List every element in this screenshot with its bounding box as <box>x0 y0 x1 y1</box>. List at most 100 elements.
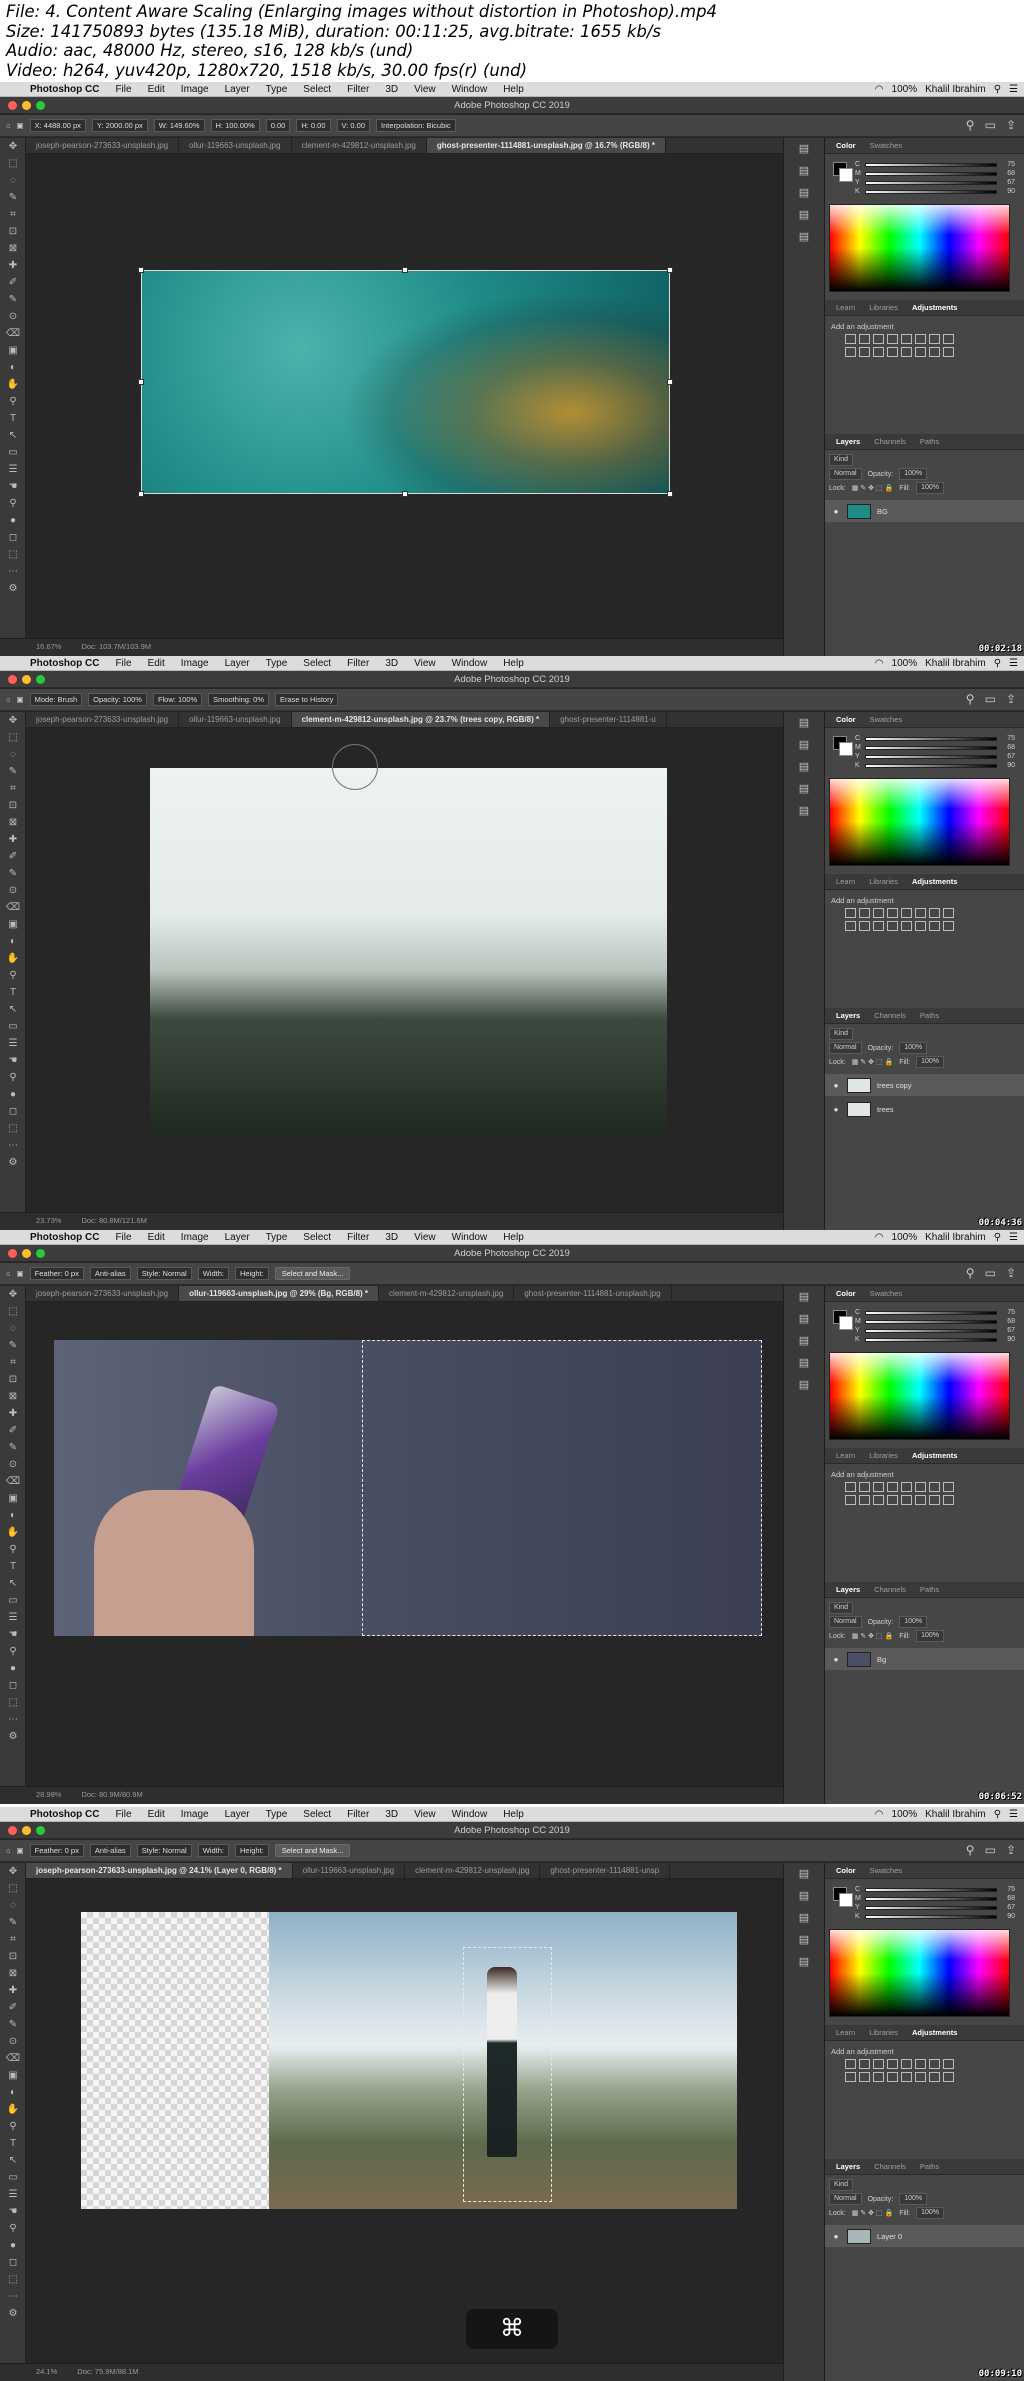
slider-value[interactable]: 75 <box>1001 1309 1015 1316</box>
opacity-field[interactable]: 100% <box>899 1042 928 1054</box>
adjustment-layer-icon[interactable] <box>915 347 926 357</box>
tool-option-field[interactable]: X: 4488.00 px <box>29 119 86 132</box>
tool-5-icon[interactable]: ⌗ <box>0 1931 26 1948</box>
lock-icons[interactable]: ▦ ✎ ✥ ⬚ 🔒 <box>852 1058 893 1066</box>
adjustment-layer-icon[interactable] <box>887 1482 898 1492</box>
zoom-window-button[interactable] <box>36 101 45 110</box>
search-icon[interactable]: ⚲ <box>994 1808 1001 1821</box>
zoom-window-button[interactable] <box>36 1249 45 1258</box>
adjustment-layer-icon[interactable] <box>887 334 898 344</box>
tool-25-icon[interactable]: ⬚ <box>0 546 26 563</box>
paragraph-icon[interactable]: ▤ <box>784 1330 824 1352</box>
tool-10-icon[interactable]: ✎ <box>0 291 26 308</box>
select-and-mask-button[interactable]: Select and Mask... <box>274 1844 351 1857</box>
adjustment-layer-icon[interactable] <box>887 2059 898 2069</box>
tool-option-field[interactable]: Erase to History <box>275 693 339 706</box>
opacity-field[interactable]: 100% <box>899 468 928 480</box>
tool-24-icon[interactable]: ◻ <box>0 2254 26 2271</box>
tool-4-icon[interactable]: ✎ <box>0 1337 26 1354</box>
tool-7-icon[interactable]: ⊠ <box>0 814 26 831</box>
tool-11-icon[interactable]: ⊙ <box>0 882 26 899</box>
tool-option-field[interactable]: Mode: Brush <box>29 693 83 706</box>
adjustment-layer-icon[interactable] <box>915 2059 926 2069</box>
tool-12-icon[interactable]: ⌫ <box>0 899 26 916</box>
app-name-menu[interactable]: Photoshop CC <box>22 657 107 670</box>
slider-k[interactable]: K 90 <box>855 1335 1015 1344</box>
adjustment-layer-icon[interactable] <box>901 1482 912 1492</box>
layers-panel-tab-layers[interactable]: Layers <box>829 1008 867 1024</box>
slider-m[interactable]: M 68 <box>855 1894 1015 1903</box>
slider-track[interactable] <box>865 1914 997 1919</box>
slider-m[interactable]: M 68 <box>855 169 1015 178</box>
tool-6-icon[interactable]: ⊡ <box>0 223 26 240</box>
menu-layer[interactable]: Layer <box>217 83 258 96</box>
menu-file[interactable]: File <box>107 657 139 670</box>
blend-mode-select[interactable]: Normal <box>829 1616 862 1628</box>
tool-14-icon[interactable]: ◐ <box>0 359 26 376</box>
visibility-eye-icon[interactable]: ● <box>831 2232 841 2241</box>
tool-11-icon[interactable]: ⊙ <box>0 2033 26 2050</box>
tool-option-field[interactable]: Anti-alias <box>89 1267 131 1280</box>
document-tab-3[interactable]: clement-m-429812-unsplash.jpg <box>292 138 427 153</box>
document-canvas[interactable] <box>26 1879 783 2363</box>
menu-select[interactable]: Select <box>295 1808 339 1821</box>
menu-file[interactable]: File <box>107 1808 139 1821</box>
tool-3-icon[interactable]: ◌ <box>0 172 26 189</box>
visibility-eye-icon[interactable]: ● <box>831 1081 841 1090</box>
color-panel-tab-swatches[interactable]: Swatches <box>863 1286 910 1302</box>
layer-name[interactable]: BG <box>877 507 888 516</box>
adjustment-layer-icon[interactable] <box>887 2072 898 2082</box>
blend-mode-select[interactable]: Normal <box>829 2193 862 2205</box>
tool-26-icon[interactable]: ⋯ <box>0 2288 26 2305</box>
tool-13-icon[interactable]: ▣ <box>0 2067 26 2084</box>
tool-17-icon[interactable]: T <box>0 1558 26 1575</box>
battery-level[interactable]: 100% <box>892 657 918 670</box>
fill-field[interactable]: 100% <box>916 1630 944 1642</box>
slider-k[interactable]: K 90 <box>855 1912 1015 1921</box>
document-tab-4[interactable]: ghost-presenter-1114881-u <box>550 712 667 727</box>
adjustment-layer-icon[interactable] <box>929 1495 940 1505</box>
slider-track[interactable] <box>865 180 997 185</box>
menu-view[interactable]: View <box>406 657 444 670</box>
slider-c[interactable]: C 75 <box>855 734 1015 743</box>
adjustment-layer-icon[interactable] <box>943 1495 954 1505</box>
tool-20-icon[interactable]: ☰ <box>0 1035 26 1052</box>
adjustment-layer-icon[interactable] <box>845 347 856 357</box>
document-tab-3[interactable]: clement-m-429812-unsplash.jpg <box>405 1863 541 1878</box>
tool-preset-icon[interactable]: ▣ <box>17 121 24 130</box>
document-tab-1[interactable]: joseph-pearson-273633-unsplash.jpg @ 24.… <box>26 1863 293 1878</box>
properties-icon[interactable]: ▤ <box>784 160 824 182</box>
adjustment-layer-icon[interactable] <box>943 2072 954 2082</box>
brush-settings-icon[interactable]: ▤ <box>784 1374 824 1396</box>
fill-field[interactable]: 100% <box>916 1056 944 1068</box>
fill-field[interactable]: 100% <box>916 482 944 494</box>
transform-handle[interactable] <box>138 267 144 273</box>
transform-handle[interactable] <box>667 379 673 385</box>
tool-23-icon[interactable]: ● <box>0 2237 26 2254</box>
background-color-swatch[interactable] <box>839 742 853 756</box>
tool-16-icon[interactable]: ⚲ <box>0 393 26 410</box>
tool-option-field[interactable]: W: 149.60% <box>153 119 205 132</box>
slider-y[interactable]: Y 67 <box>855 752 1015 761</box>
slider-track[interactable] <box>865 162 997 167</box>
document-tab-1[interactable]: joseph-pearson-273633-unsplash.jpg <box>26 712 180 727</box>
adjust-panel-tab-libraries[interactable]: Libraries <box>862 2025 905 2041</box>
document-tab-2[interactable]: ollur-119663-unsplash.jpg @ 29% (Bg, RGB… <box>179 1286 380 1301</box>
adjustment-layer-icon[interactable] <box>943 921 954 931</box>
adjust-panel-tab-learn[interactable]: Learn <box>829 300 862 316</box>
user-name[interactable]: Khalil Ibrahim <box>925 1231 986 1244</box>
tool-2-icon[interactable]: ⬚ <box>0 729 26 746</box>
adjustment-layer-icon[interactable] <box>845 334 856 344</box>
foggy-forest-image[interactable] <box>150 768 667 1137</box>
adjustment-layer-icon[interactable] <box>887 921 898 931</box>
menu-edit[interactable]: Edit <box>140 83 173 96</box>
tool-15-icon[interactable]: ✋ <box>0 376 26 393</box>
layers-panel-tab-channels[interactable]: Channels <box>867 1008 913 1024</box>
menu-help[interactable]: Help <box>495 83 532 96</box>
slider-m[interactable]: M 68 <box>855 1317 1015 1326</box>
tool-9-icon[interactable]: ✐ <box>0 274 26 291</box>
adjustment-layer-icon[interactable] <box>943 334 954 344</box>
tool-5-icon[interactable]: ⌗ <box>0 206 26 223</box>
adjustment-layer-icon[interactable] <box>943 1482 954 1492</box>
adjustment-layer-icon[interactable] <box>915 1495 926 1505</box>
